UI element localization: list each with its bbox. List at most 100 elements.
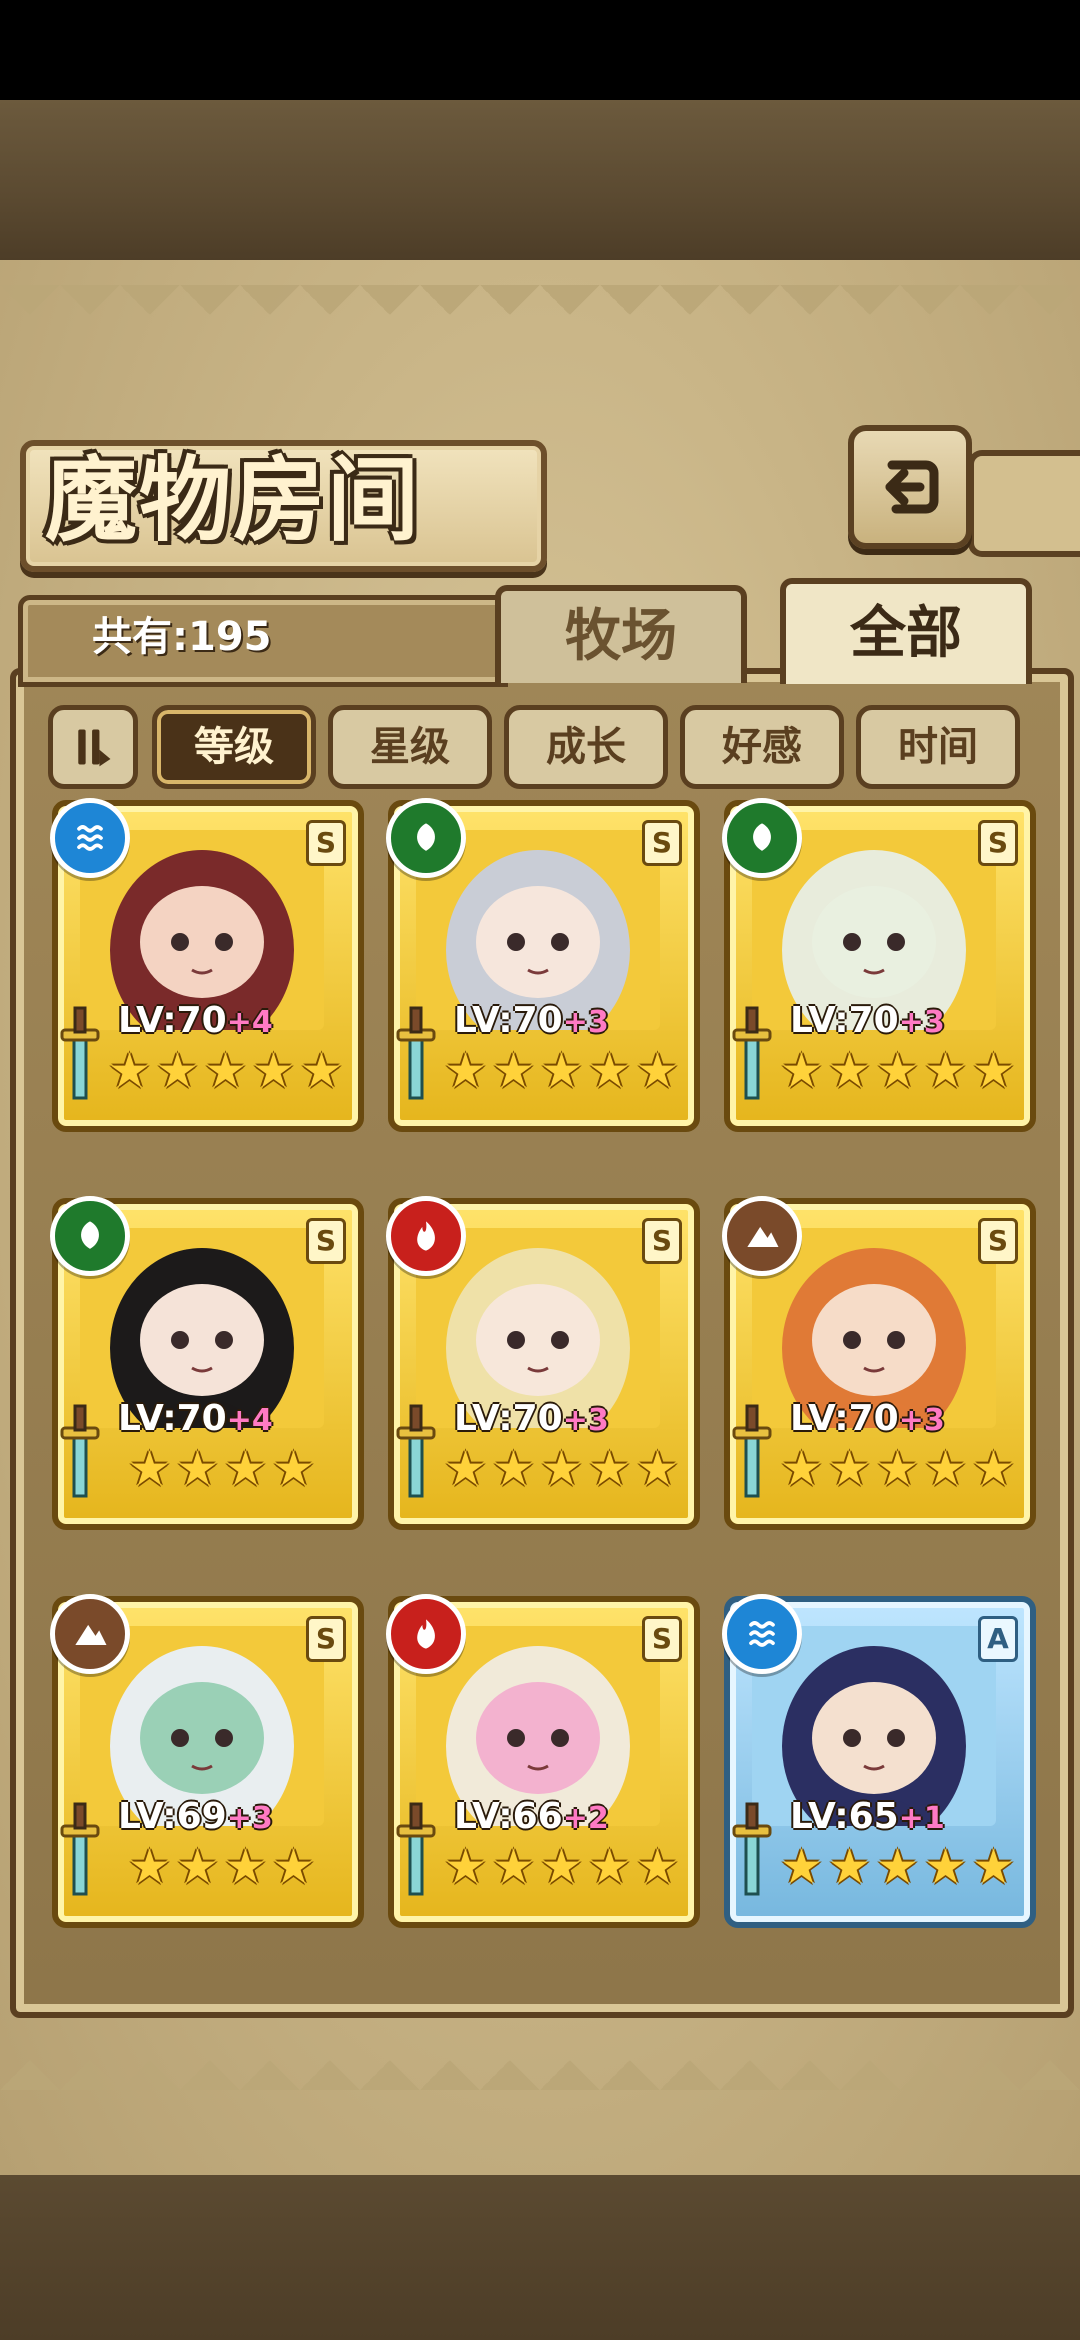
rank-badge: S [306, 1218, 346, 1264]
star-icon: ★ [272, 1839, 316, 1895]
sword-icon [58, 1404, 102, 1504]
filter-affection[interactable]: 好感 [680, 705, 844, 789]
monster-level: LV:70+4 [118, 998, 273, 1044]
level-value: LV:66 [454, 1796, 563, 1837]
star-icon: ★ [636, 1839, 680, 1895]
star-icon: ★ [780, 1043, 824, 1099]
star-icon: ★ [444, 1839, 488, 1895]
star-icon: ★ [636, 1441, 680, 1497]
star-icon: ★ [108, 1043, 152, 1099]
star-rating: ★ ★ ★ ★ [128, 1839, 318, 1900]
sort-order-toggle[interactable] [48, 705, 138, 789]
level-value: LV:65 [790, 1796, 899, 1837]
enhance-level: +4 [226, 1005, 273, 1040]
star-icon: ★ [876, 1839, 920, 1895]
sword-icon [58, 1802, 102, 1902]
status-bar [0, 0, 1080, 100]
monster-level: LV:70+3 [790, 1396, 945, 1442]
earth-element-icon [50, 1594, 130, 1674]
monster-card[interactable]: S LV:70+3 ★ ★ ★ ★ ★ [722, 798, 1036, 1132]
level-value: LV:70 [118, 1398, 227, 1439]
monster-level: LV:70+3 [454, 998, 609, 1044]
monster-card[interactable]: S LV:70+3 ★ ★ ★ ★ ★ [722, 1196, 1036, 1530]
fire-element-icon [386, 1196, 466, 1276]
zigzag-border-bottom [0, 2030, 1080, 2090]
wind-element-icon [50, 1196, 130, 1276]
rank-badge: S [306, 1616, 346, 1662]
return-arrow-icon [885, 460, 939, 514]
monster-level: LV:70+3 [790, 998, 945, 1044]
monster-card[interactable]: S LV:70+3 ★ ★ ★ ★ ★ [386, 798, 700, 1132]
sword-icon [394, 1006, 438, 1106]
star-icon: ★ [128, 1441, 172, 1497]
star-icon: ★ [588, 1043, 632, 1099]
rank-badge: S [978, 1218, 1018, 1264]
star-icon: ★ [924, 1043, 968, 1099]
star-icon: ★ [176, 1839, 220, 1895]
enhance-level: +3 [562, 1005, 609, 1040]
filter-time[interactable]: 时间 [856, 705, 1020, 789]
zigzag-border-top [0, 285, 1080, 345]
star-icon: ★ [444, 1441, 488, 1497]
enhance-level: +4 [226, 1403, 273, 1438]
map-texture-bottom [0, 2175, 1080, 2340]
filter-growth[interactable]: 成长 [504, 705, 668, 789]
star-icon: ★ [828, 1839, 872, 1895]
star-rating: ★ ★ ★ ★ ★ [780, 1839, 1018, 1900]
sword-icon [730, 1006, 774, 1106]
filter-stars[interactable]: 星级 [328, 705, 492, 789]
monster-level: LV:69+3 [118, 1794, 273, 1840]
monster-card[interactable]: S LV:70+4 ★ ★ ★ ★ [50, 1196, 364, 1530]
level-value: LV:70 [454, 1398, 563, 1439]
star-icon: ★ [828, 1043, 872, 1099]
level-value: LV:69 [118, 1796, 227, 1837]
star-icon: ★ [492, 1043, 536, 1099]
back-button-stub [968, 450, 1080, 557]
star-icon: ★ [780, 1839, 824, 1895]
sword-icon [58, 1006, 102, 1106]
star-icon: ★ [972, 1043, 1016, 1099]
star-icon: ★ [176, 1441, 220, 1497]
star-icon: ★ [972, 1441, 1016, 1497]
rank-badge: A [978, 1616, 1018, 1662]
tab-ranch[interactable]: 牧场 [495, 585, 747, 683]
level-value: LV:70 [118, 1000, 227, 1041]
star-rating: ★ ★ ★ ★ ★ [780, 1441, 1018, 1502]
star-icon: ★ [540, 1043, 584, 1099]
enhance-level: +3 [226, 1801, 273, 1836]
star-icon: ★ [780, 1441, 824, 1497]
star-icon: ★ [204, 1043, 248, 1099]
sword-icon [394, 1802, 438, 1902]
star-icon: ★ [300, 1043, 344, 1099]
rank-badge: S [642, 1616, 682, 1662]
monster-level: LV:66+2 [454, 1794, 609, 1840]
enhance-level: +2 [562, 1801, 609, 1836]
star-icon: ★ [492, 1441, 536, 1497]
water-element-icon [722, 1594, 802, 1674]
back-button[interactable] [848, 425, 972, 549]
filter-level[interactable]: 等级 [152, 705, 316, 789]
monster-card[interactable]: S LV:70+4 ★ ★ ★ ★ ★ [50, 798, 364, 1132]
monster-card[interactable]: S LV:70+3 ★ ★ ★ ★ ★ [386, 1196, 700, 1530]
earth-element-icon [722, 1196, 802, 1276]
enhance-level: +3 [898, 1005, 945, 1040]
enhance-level: +3 [898, 1403, 945, 1438]
level-value: LV:70 [790, 1398, 899, 1439]
tab-all[interactable]: 全部 [780, 578, 1032, 684]
monster-card[interactable]: S LV:66+2 ★ ★ ★ ★ ★ [386, 1594, 700, 1928]
monster-card[interactable]: S LV:69+3 ★ ★ ★ ★ [50, 1594, 364, 1928]
star-icon: ★ [444, 1043, 488, 1099]
monster-card[interactable]: A LV:65+1 ★ ★ ★ ★ ★ [722, 1594, 1036, 1928]
star-icon: ★ [492, 1839, 536, 1895]
star-icon: ★ [540, 1839, 584, 1895]
star-icon: ★ [272, 1441, 316, 1497]
star-rating: ★ ★ ★ ★ ★ [780, 1043, 1018, 1104]
star-icon: ★ [924, 1441, 968, 1497]
rank-badge: S [642, 820, 682, 866]
wind-element-icon [386, 798, 466, 878]
star-icon: ★ [224, 1839, 268, 1895]
map-texture-top [0, 100, 1080, 260]
level-value: LV:70 [454, 1000, 563, 1041]
star-icon: ★ [876, 1441, 920, 1497]
star-icon: ★ [588, 1839, 632, 1895]
